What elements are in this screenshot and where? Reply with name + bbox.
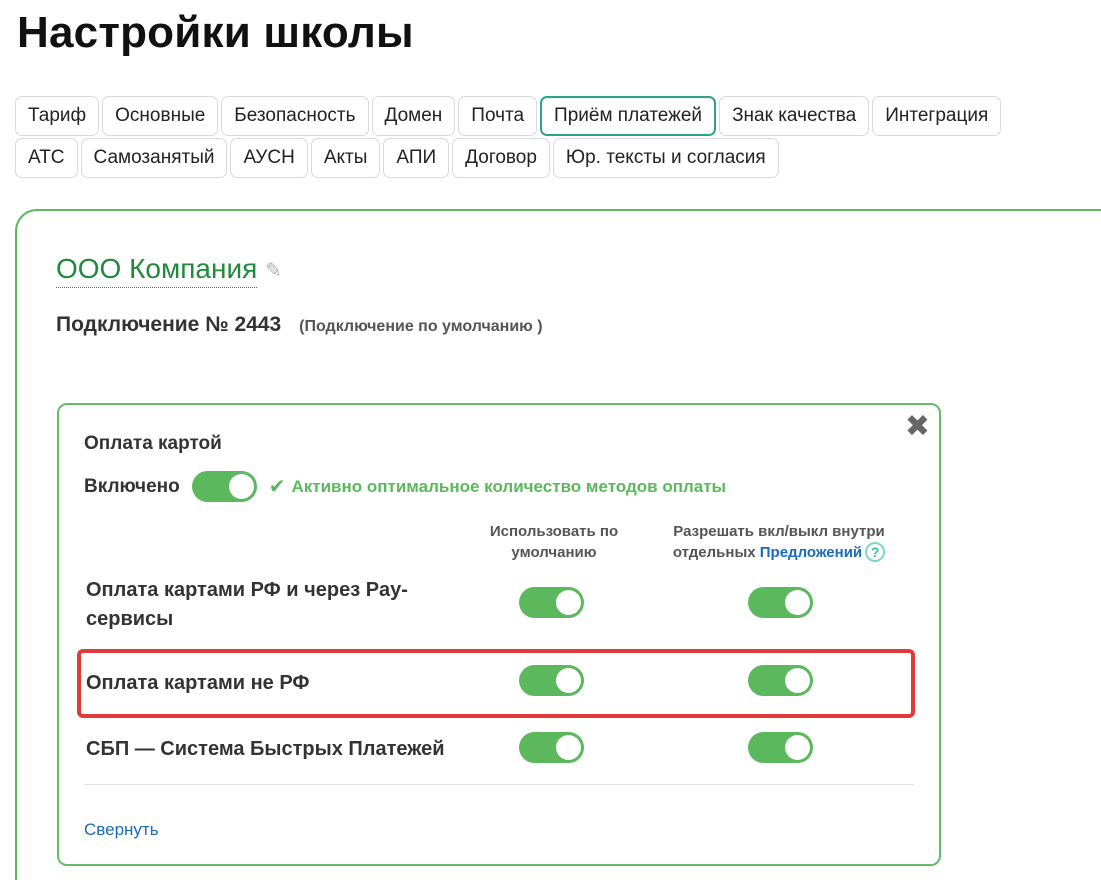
- help-icon[interactable]: ?: [865, 542, 886, 562]
- tab-acts[interactable]: Акты: [310, 138, 381, 178]
- enabled-label: Включено: [84, 475, 180, 497]
- card-section-title: Оплата картой: [84, 433, 222, 454]
- tab-tariff[interactable]: Тариф: [15, 96, 100, 136]
- collapse-link[interactable]: Свернуть: [84, 820, 159, 840]
- toggle-non-rf-cards-default[interactable]: [519, 665, 584, 696]
- tab-api[interactable]: АПИ: [383, 138, 450, 178]
- pencil-icon[interactable]: ✎: [265, 258, 282, 283]
- tab-ats[interactable]: АТС: [15, 138, 78, 178]
- tab-domain[interactable]: Домен: [371, 96, 456, 136]
- toggle-sbp-default[interactable]: [519, 732, 584, 763]
- tab-legal-texts[interactable]: Юр. тексты и согласия: [552, 138, 779, 178]
- method-label-sbp: СБП — Система Быстрых Платежей: [86, 738, 445, 760]
- tab-integration[interactable]: Интеграция: [872, 96, 1002, 136]
- offers-link[interactable]: Предложений: [760, 544, 862, 561]
- tabs-row-2: АТС Самозанятый АУСН Акты АПИ Договор Юр…: [15, 138, 779, 178]
- toggle-sbp-offers[interactable]: [748, 732, 813, 763]
- column-header-allow-in-offers: Разрешать вкл/выкл внутри отдельных Пред…: [672, 523, 886, 562]
- company-header: ООО Компания ✎: [56, 253, 282, 288]
- divider: [84, 784, 914, 785]
- toggle-rf-cards-offers[interactable]: [748, 587, 813, 618]
- status-message: Активно оптимальное количество методов о…: [291, 476, 727, 496]
- close-icon[interactable]: ✖: [905, 409, 930, 444]
- toggle-rf-cards-default[interactable]: [519, 587, 584, 618]
- tab-self-employed[interactable]: Самозанятый: [80, 138, 228, 178]
- page-title: Настройки школы: [17, 8, 414, 57]
- toggle-non-rf-cards-offers[interactable]: [748, 665, 813, 696]
- tab-ausn[interactable]: АУСН: [230, 138, 308, 178]
- enabled-row: Включено ✔ Активно оптимальное количеств…: [84, 471, 726, 502]
- tab-general[interactable]: Основные: [102, 96, 219, 136]
- company-name-link[interactable]: ООО Компания: [56, 253, 258, 288]
- enabled-toggle[interactable]: [191, 471, 257, 502]
- tab-payments[interactable]: Приём платежей: [540, 96, 717, 136]
- column-header-use-default: Использовать по умолчанию: [489, 523, 619, 561]
- card-payment-section: ✖ Оплата картой Включено ✔ Активно оптим…: [57, 403, 941, 866]
- connection-header: Подключение № 2443 (Подключение по умолч…: [56, 313, 543, 337]
- tabs-row-1: Тариф Основные Безопасность Домен Почта …: [15, 96, 1002, 136]
- connection-default-note: (Подключение по умолчанию ): [299, 318, 543, 335]
- method-label-non-rf-cards: Оплата картами не РФ: [86, 672, 310, 694]
- tab-security[interactable]: Безопасность: [221, 96, 369, 136]
- tab-quality-mark[interactable]: Знак качества: [719, 96, 870, 136]
- method-label-rf-cards: Оплата картами РФ и через Pay- сервисы: [86, 579, 408, 630]
- tab-contract[interactable]: Договор: [452, 138, 550, 178]
- tab-mail[interactable]: Почта: [458, 96, 538, 136]
- connection-title: Подключение № 2443: [56, 313, 282, 336]
- check-icon: ✔: [268, 476, 286, 498]
